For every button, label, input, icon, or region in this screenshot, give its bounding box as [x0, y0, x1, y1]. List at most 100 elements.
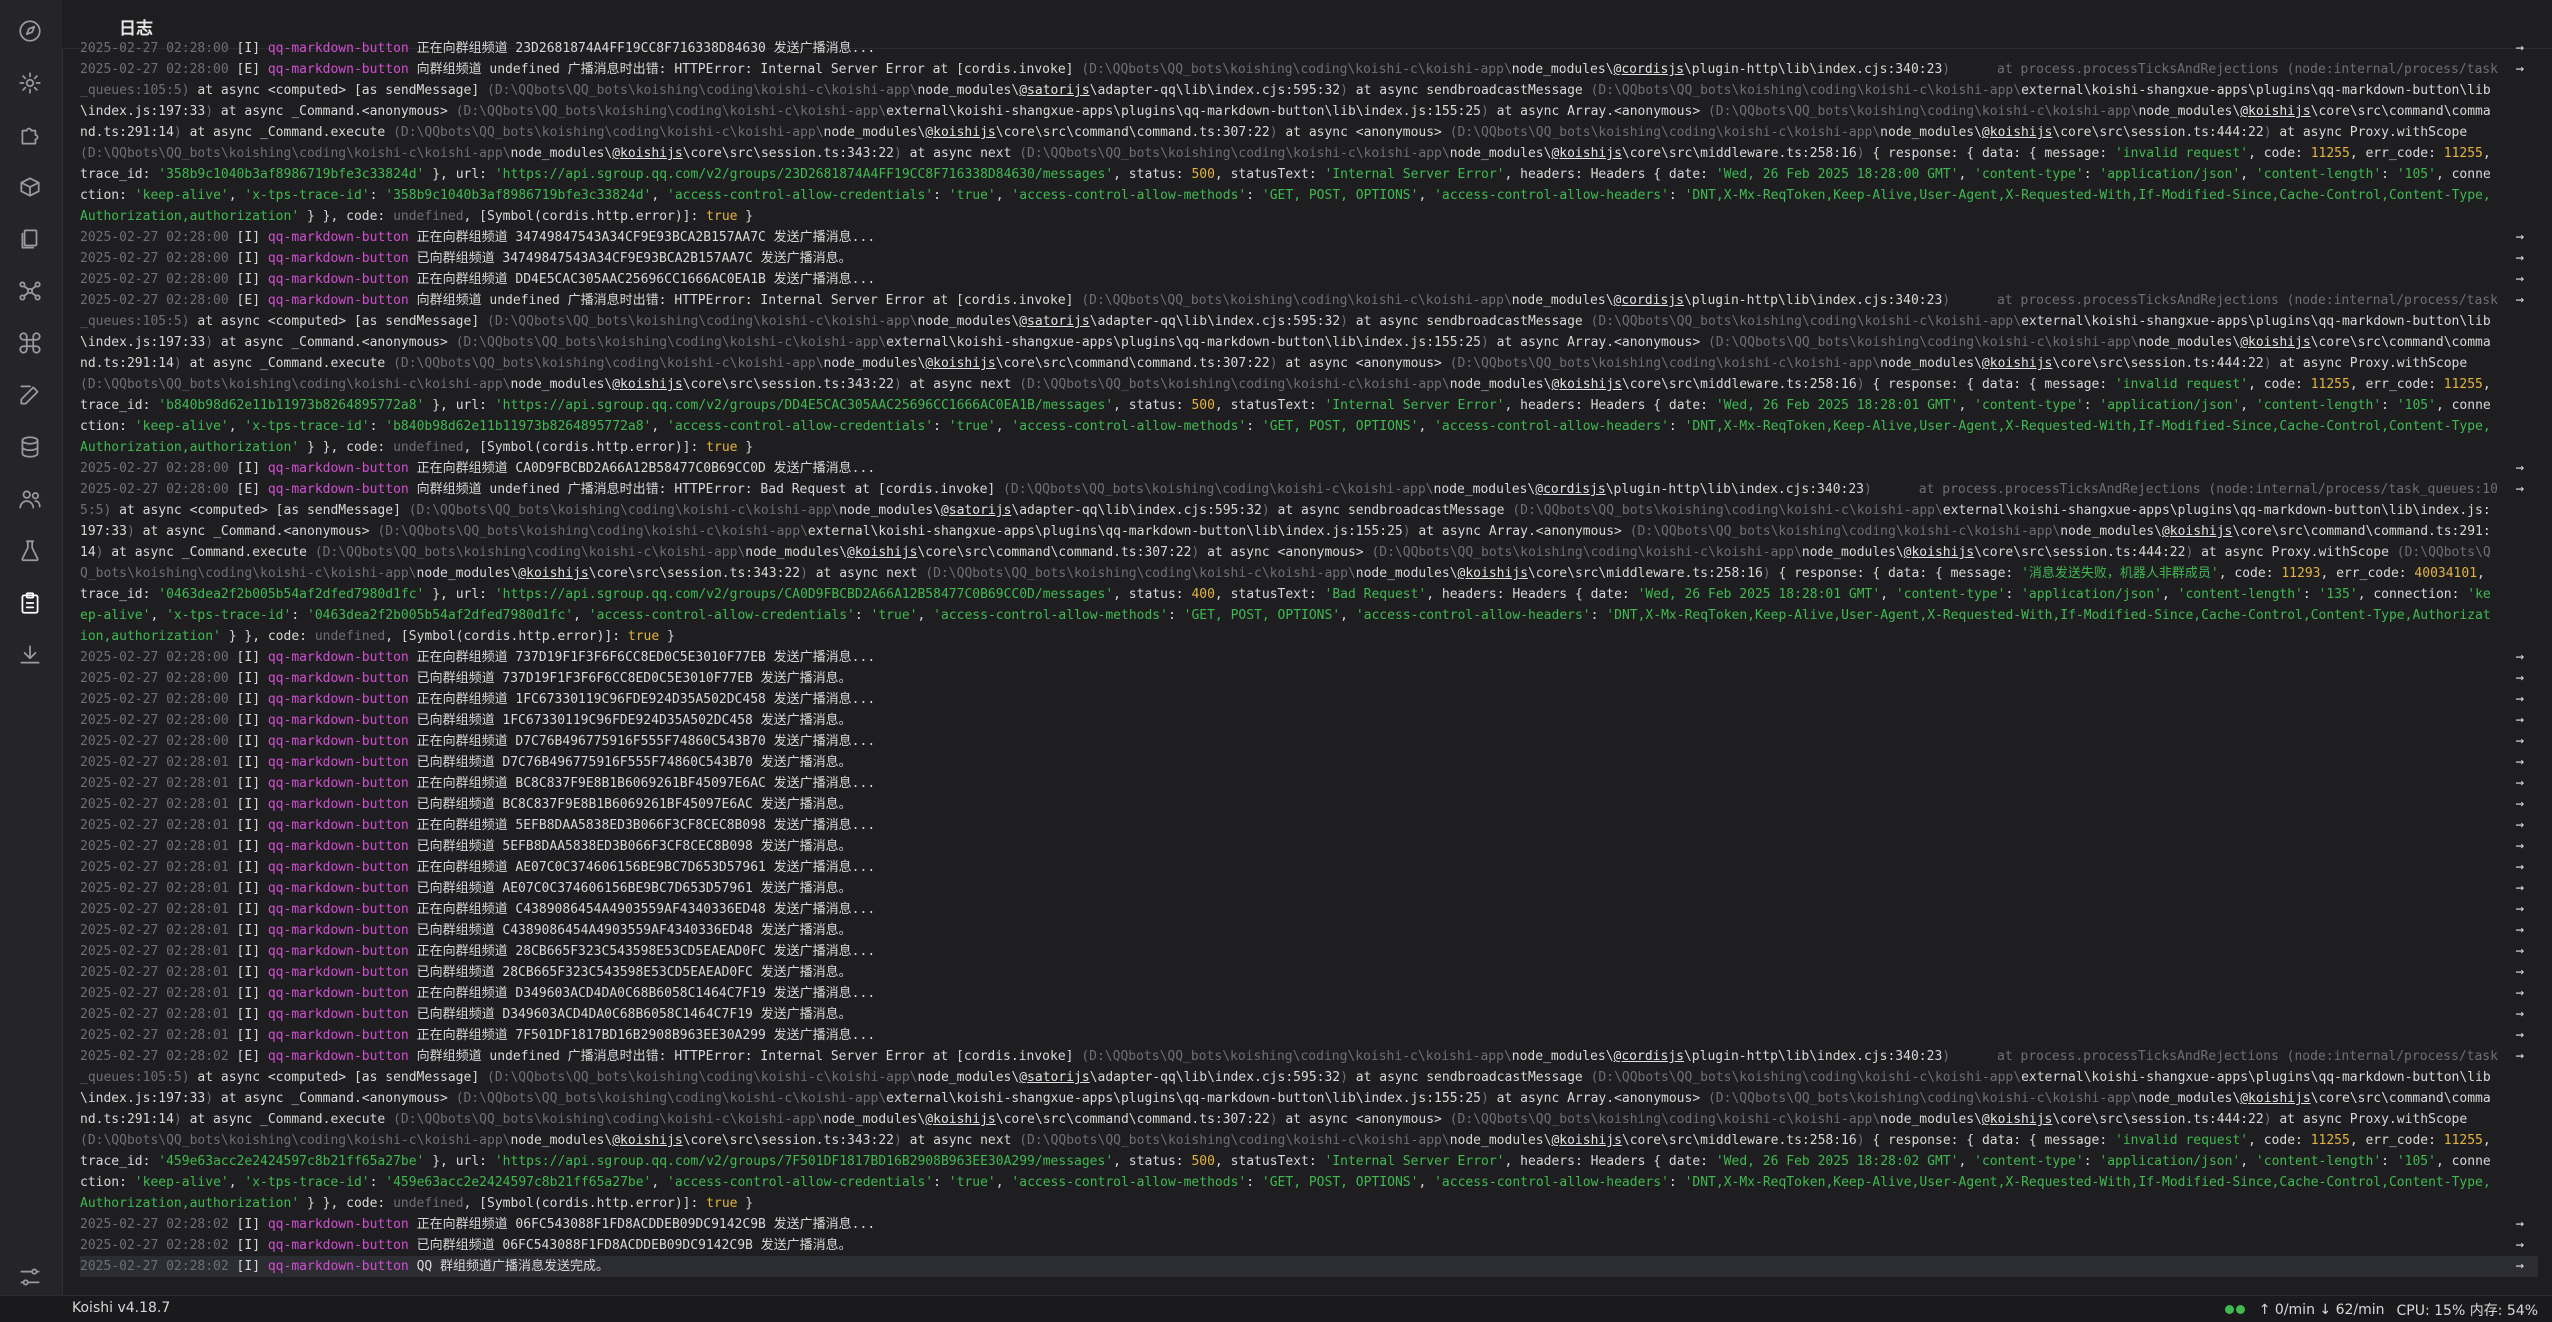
log-segment: 2025-02-27 02:28:00 — [80, 251, 237, 266]
goto-source-arrow-icon[interactable]: → — [2516, 773, 2524, 794]
log-segment: at async <computed> [as sendMessage] — [189, 83, 487, 98]
log-segment: @koishijs — [1981, 125, 2053, 140]
log-segment: , headers: Headers { date: — [1504, 398, 1716, 413]
log-segment: qq-markdown-button — [267, 902, 417, 917]
goto-source-arrow-icon[interactable]: → — [2516, 710, 2524, 731]
network-icon[interactable] — [15, 276, 45, 306]
goto-source-arrow-icon[interactable]: → — [2516, 269, 2524, 290]
goto-source-arrow-icon[interactable]: → — [2516, 1004, 2524, 1025]
log-segment: ) — [1402, 524, 1411, 539]
goto-source-arrow-icon[interactable]: → — [2516, 458, 2524, 479]
goto-source-arrow-icon[interactable]: → — [2516, 752, 2524, 773]
goto-source-arrow-icon[interactable]: → — [2516, 794, 2524, 815]
goto-source-arrow-icon[interactable]: → — [2516, 38, 2524, 59]
log-segment: 'Bad Request' — [1324, 587, 1427, 602]
log-segment: 2025-02-27 02:28:01 — [80, 1007, 237, 1022]
log-segment: node_modules\ — [839, 503, 941, 518]
log-segment: at async Array.<anonymous> — [1488, 104, 1708, 119]
log-segment: : — [369, 1175, 386, 1190]
log-segment: [I] — [236, 902, 268, 917]
log-segment: [E] — [236, 62, 268, 77]
log-line: 2025-02-27 02:28:01 [I] qq-markdown-butt… — [80, 1004, 2538, 1025]
log-segment: ) — [126, 524, 135, 539]
log-segment: (D:\QQbots\QQ_bots\koishing\coding\koish… — [925, 566, 1356, 581]
log-segment: 向群组频道 undefined 广播消息时出错: HTTPError: Inte… — [416, 62, 1082, 77]
log-segment: at async next — [901, 377, 1020, 392]
goto-source-arrow-icon[interactable]: → — [2516, 479, 2524, 500]
log-segment: [I] — [236, 713, 268, 728]
log-segment: \adapter-qq\lib\index.cjs:595:32 — [1089, 1070, 1341, 1085]
log-segment: 'Internal Server Error' — [1324, 167, 1505, 182]
clipboard-icon[interactable] — [15, 588, 45, 618]
goto-source-arrow-icon[interactable]: → — [2516, 815, 2524, 836]
edit-icon[interactable] — [15, 380, 45, 410]
log-segment: 11255 — [2443, 146, 2483, 161]
goto-source-arrow-icon[interactable]: → — [2516, 899, 2524, 920]
log-segment: { response: { data: { message: — [1864, 377, 2115, 392]
goto-source-arrow-icon[interactable]: → — [2516, 668, 2524, 689]
download-icon[interactable] — [15, 640, 45, 670]
log-segment: ) — [2263, 1112, 2272, 1127]
log-line: 2025-02-27 02:28:00 [I] qq-markdown-butt… — [80, 731, 2538, 752]
log-segment: \core\src\session.ts:444:22 — [2052, 1112, 2264, 1127]
goto-source-arrow-icon[interactable]: → — [2516, 731, 2524, 752]
log-segment: 正在向群组频道 7F501DF1817BD16B2908B963EE30A299… — [416, 1028, 876, 1043]
goto-source-arrow-icon[interactable]: → — [2516, 248, 2524, 269]
log-line: 2025-02-27 02:28:00 [E] qq-markdown-butt… — [80, 479, 2538, 647]
goto-source-arrow-icon[interactable]: → — [2516, 1214, 2524, 1235]
log-segment: , code: — [2218, 566, 2282, 581]
files-icon[interactable] — [15, 224, 45, 254]
gear-icon[interactable] — [15, 68, 45, 98]
log-segment: \core\src\session.ts:343:22 — [588, 566, 801, 581]
log-segment: 500 — [1191, 167, 1215, 182]
log-segment: 正在向群组频道 D349603ACD4DA0C68B6058C1464C7F19… — [416, 986, 876, 1001]
compass-icon[interactable] — [15, 16, 45, 46]
log-segment: @koishijs — [612, 146, 683, 161]
log-segment: } — [737, 209, 754, 224]
log-segment: at async <anonymous> — [1277, 1112, 1450, 1127]
log-segment: external\koishi-shangxue-apps\plugins\qq… — [886, 335, 1481, 350]
goto-source-arrow-icon[interactable]: → — [2516, 1235, 2524, 1256]
goto-source-arrow-icon[interactable]: → — [2516, 1256, 2524, 1277]
goto-source-arrow-icon[interactable]: → — [2516, 836, 2524, 857]
database-icon[interactable] — [15, 432, 45, 462]
log-segment: 正在向群组频道 34749847543A34CF9E93BCA2B157AA7C… — [416, 230, 876, 245]
log-segment: '消息发送失败，机器人非群成员' — [2021, 566, 2219, 581]
goto-source-arrow-icon[interactable]: → — [2516, 962, 2524, 983]
log-segment: node_modules\ — [1449, 1133, 1552, 1148]
goto-source-arrow-icon[interactable]: → — [2516, 1025, 2524, 1046]
log-segment: 2025-02-27 02:28:01 — [80, 797, 237, 812]
goto-source-arrow-icon[interactable]: → — [2516, 227, 2524, 248]
users-icon[interactable] — [15, 484, 45, 514]
puzzle-icon[interactable] — [15, 120, 45, 150]
log-panel[interactable]: 2025-02-27 02:28:00 [I] qq-markdown-butt… — [80, 38, 2538, 1278]
goto-source-arrow-icon[interactable]: → — [2516, 878, 2524, 899]
goto-source-arrow-icon[interactable]: → — [2516, 689, 2524, 710]
command-icon[interactable] — [15, 328, 45, 358]
goto-source-arrow-icon[interactable]: → — [2516, 941, 2524, 962]
goto-source-arrow-icon[interactable]: → — [2516, 647, 2524, 668]
goto-source-arrow-icon[interactable]: → — [2516, 59, 2524, 80]
log-segment: 11255 — [2443, 377, 2483, 392]
log-segment: 'invalid request' — [2115, 1133, 2249, 1148]
log-segment: 正在向群组频道 28CB665F323C543598E53CD5EAEAD0FC… — [416, 944, 876, 959]
log-segment: 2025-02-27 02:28:01 — [80, 902, 237, 917]
log-segment: \adapter-qq\lib\index.cjs:595:32 — [1089, 314, 1341, 329]
log-segment: } }, code: — [299, 440, 394, 455]
log-segment: node_modules\ — [1801, 545, 1904, 560]
goto-source-arrow-icon[interactable]: → — [2516, 857, 2524, 878]
log-segment: qq-markdown-button — [267, 272, 417, 287]
log-segment: 'content-length' — [2255, 398, 2382, 413]
goto-source-arrow-icon[interactable]: → — [2516, 920, 2524, 941]
flask-icon[interactable] — [15, 536, 45, 566]
goto-source-arrow-icon[interactable]: → — [2516, 1046, 2524, 1067]
log-segment: qq-markdown-button — [267, 1238, 417, 1253]
log-segment: qq-markdown-button — [267, 293, 417, 308]
log-segment: 2025-02-27 02:28:00 — [80, 671, 237, 686]
sliders-icon[interactable] — [15, 1262, 45, 1292]
box-icon[interactable] — [15, 172, 45, 202]
goto-source-arrow-icon[interactable]: → — [2516, 290, 2524, 311]
goto-source-arrow-icon[interactable]: → — [2516, 983, 2524, 1004]
log-segment: (D:\QQbots\QQ_bots\koishing\coding\koish… — [1629, 524, 2061, 539]
log-segment: 已向群组频道 AE07C0C374606156BE9BC7D653D57961 … — [416, 881, 852, 896]
